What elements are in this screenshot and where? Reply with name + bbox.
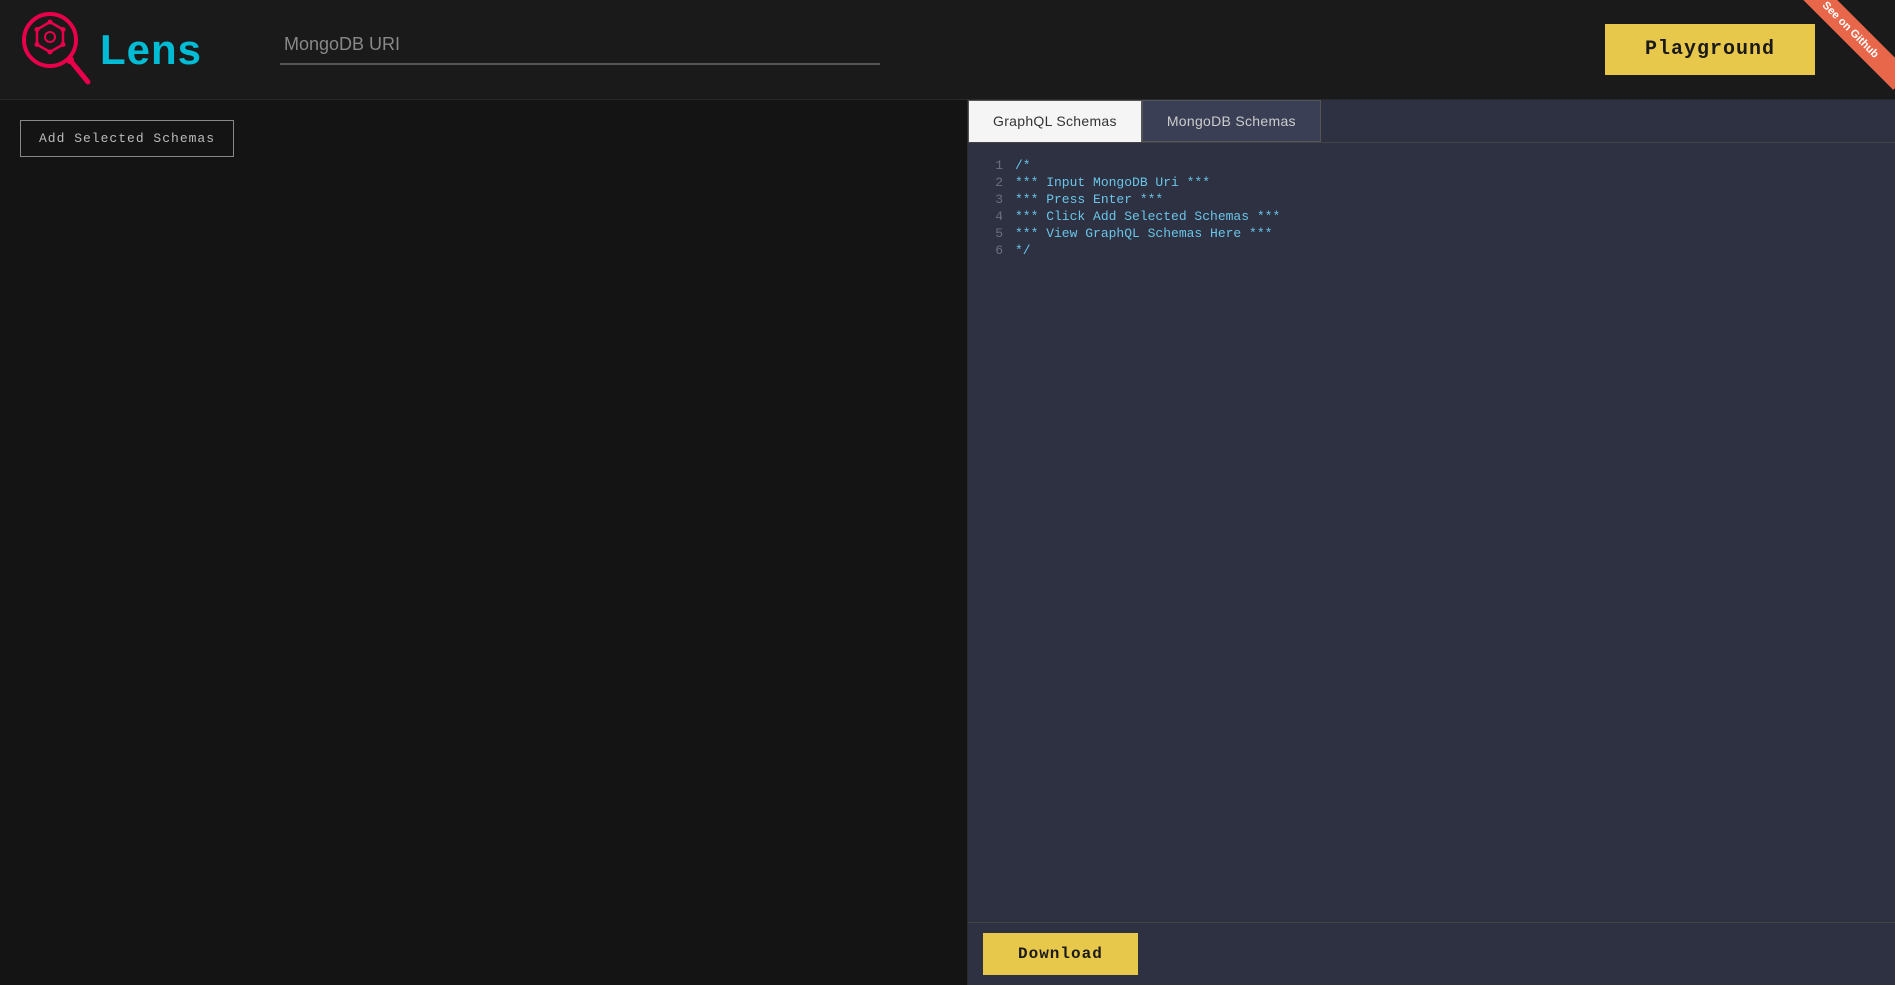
line-content-5: *** View GraphQL Schemas Here *** bbox=[1015, 226, 1272, 241]
tab-mongodb-schemas[interactable]: MongoDB Schemas bbox=[1142, 100, 1321, 142]
qlens-logo-icon bbox=[20, 10, 100, 90]
mongodb-uri-input[interactable] bbox=[280, 26, 880, 65]
code-line-6: 6 */ bbox=[978, 243, 1885, 258]
line-number-6: 6 bbox=[978, 243, 1003, 258]
code-line-5: 5 *** View GraphQL Schemas Here *** bbox=[978, 226, 1885, 241]
code-area: 1 /* 2 *** Input MongoDB Uri *** 3 *** P… bbox=[968, 143, 1895, 922]
line-number-1: 1 bbox=[978, 158, 1003, 173]
download-button[interactable]: Download bbox=[983, 933, 1138, 975]
uri-input-area bbox=[280, 26, 1565, 73]
line-content-3: *** Press Enter *** bbox=[1015, 192, 1163, 207]
code-line-1: 1 /* bbox=[978, 158, 1885, 173]
right-panel: GraphQL Schemas MongoDB Schemas 1 /* 2 *… bbox=[968, 100, 1895, 985]
code-line-4: 4 *** Click Add Selected Schemas *** bbox=[978, 209, 1885, 224]
line-content-1: /* bbox=[1015, 158, 1031, 173]
download-bar: Download bbox=[968, 922, 1895, 985]
line-number-3: 3 bbox=[978, 192, 1003, 207]
tabs-bar: GraphQL Schemas MongoDB Schemas bbox=[968, 100, 1895, 143]
line-content-6: */ bbox=[1015, 243, 1031, 258]
code-line-2: 2 *** Input MongoDB Uri *** bbox=[978, 175, 1885, 190]
logo-text: Lens bbox=[100, 26, 202, 74]
line-number-5: 5 bbox=[978, 226, 1003, 241]
sidebar: Add Selected Schemas bbox=[0, 100, 968, 985]
header: Lens Playground See on Github bbox=[0, 0, 1895, 100]
main-content: Add Selected Schemas GraphQL Schemas Mon… bbox=[0, 100, 1895, 985]
line-content-2: *** Input MongoDB Uri *** bbox=[1015, 175, 1210, 190]
line-number-2: 2 bbox=[978, 175, 1003, 190]
tab-graphql-schemas[interactable]: GraphQL Schemas bbox=[968, 100, 1142, 142]
add-schemas-button[interactable]: Add Selected Schemas bbox=[20, 120, 234, 157]
line-content-4: *** Click Add Selected Schemas *** bbox=[1015, 209, 1280, 224]
playground-button[interactable]: Playground bbox=[1605, 24, 1815, 75]
logo-area: Lens bbox=[20, 10, 240, 90]
code-line-3: 3 *** Press Enter *** bbox=[978, 192, 1885, 207]
line-number-4: 4 bbox=[978, 209, 1003, 224]
